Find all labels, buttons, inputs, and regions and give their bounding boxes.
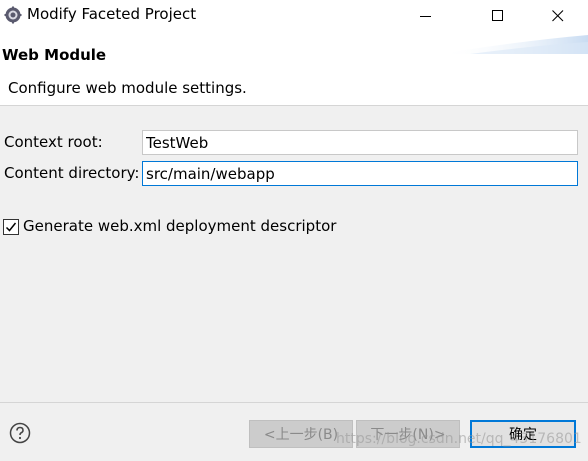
checkmark-icon (5, 222, 17, 232)
content-directory-label: Content directory: (4, 164, 140, 182)
generate-webxml-checkbox[interactable] (3, 219, 19, 235)
close-button[interactable] (535, 0, 581, 31)
wizard-header: Web Module Configure web module settings… (0, 31, 588, 105)
page-description: Configure web module settings. (8, 79, 247, 97)
header-divider (0, 105, 588, 106)
title-bar: Modify Faceted Project (0, 0, 588, 31)
minimize-icon (420, 15, 431, 17)
context-root-label: Context root: (4, 133, 103, 151)
ok-button[interactable]: 确定 (470, 420, 576, 448)
window-title: Modify Faceted Project (27, 5, 197, 23)
close-icon (552, 9, 564, 21)
maximize-button[interactable] (475, 0, 521, 31)
next-button[interactable]: 下一步(N)> (356, 420, 460, 448)
minimize-button[interactable] (403, 0, 449, 31)
footer-divider (0, 402, 588, 403)
generate-webxml-label[interactable]: Generate web.xml deployment descriptor (23, 217, 336, 235)
help-icon[interactable] (9, 422, 31, 444)
page-title: Web Module (2, 46, 107, 64)
context-root-input[interactable] (142, 130, 578, 155)
content-directory-input[interactable] (142, 161, 578, 186)
back-button[interactable]: <上一步(B) (249, 420, 353, 448)
maximize-icon (492, 9, 503, 21)
eclipse-app-icon (4, 6, 22, 24)
